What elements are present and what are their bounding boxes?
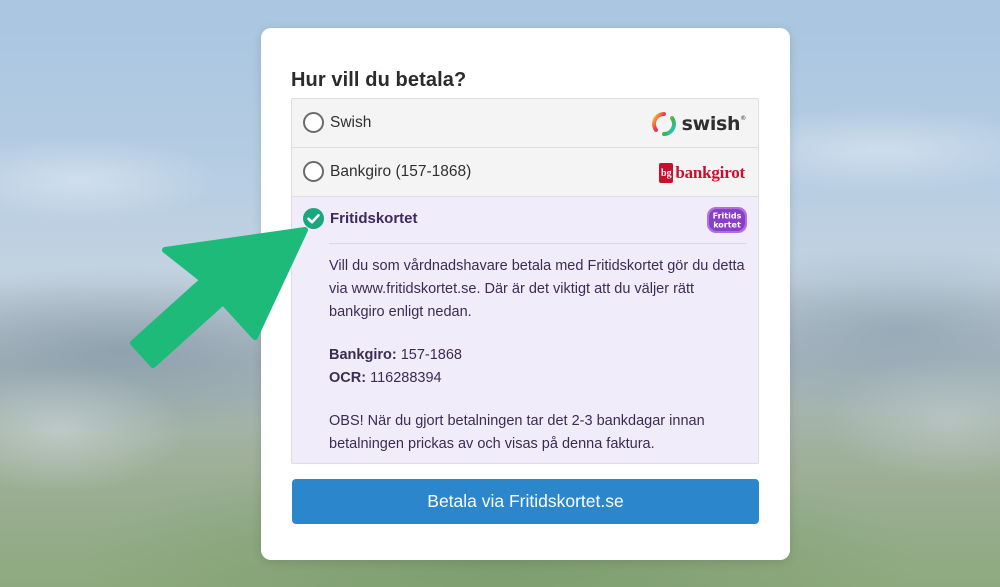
ocr-value: 116288394 [370,370,442,386]
divider [329,243,746,244]
swish-logo: swish® [651,110,746,138]
fritidskortet-details: Vill du som vårdnadshavare betala med Fr… [329,255,749,456]
swish-symbol-icon [651,112,676,136]
details-note: OBS! När du gjort betalningen tar det 2-… [329,413,705,452]
arrow-pointer-icon [130,227,308,368]
option-label-fritidskortet: Fritidskortet [330,210,418,227]
payment-card: Hur vill du betala? Swish swish® Bankgir… [261,28,790,560]
details-ocr: OCR: 116288394 [329,367,749,390]
option-label-swish: Swish [330,114,372,131]
payment-option-fritidskortet[interactable]: Fritidskortet Fritids kortet Vill du som… [292,197,758,463]
pay-fritidskortet-button[interactable]: Betala via Fritidskortet.se [292,479,759,524]
radio-bankgiro[interactable] [303,161,324,182]
details-bankgiro: Bankgiro: 157-1868 [329,344,749,367]
bankgirot-wordmark: bankgirot [675,163,745,182]
details-intro: Vill du som vårdnadshavare betala med Fr… [329,258,745,320]
bankgiro-value: 157-1868 [400,347,462,363]
payment-option-bankgiro[interactable]: Bankgiro (157-1868) bg bankgirot [292,148,758,197]
ocr-label: OCR: [329,370,367,386]
payment-option-swish[interactable]: Swish swish® [292,99,758,148]
svg-text:kortet: kortet [713,221,741,230]
svg-text:Fritids: Fritids [713,212,742,221]
bankgiro-label: Bankgiro: [329,347,397,363]
radio-swish[interactable] [303,112,324,133]
fritidskortet-logo-icon: Fritids kortet [707,207,747,233]
swish-wordmark: swish® [681,113,747,135]
bankgirot-mark-icon: bg [659,163,674,183]
option-label-bankgiro: Bankgiro (157-1868) [330,163,472,180]
fritidskortet-logo: Fritids kortet [706,206,748,239]
payment-options: Swish swish® Bankgiro (157-1868) bg bank… [291,98,759,464]
page-title: Hur vill du betala? [291,69,467,91]
bankgirot-logo: bg bankgirot [659,161,745,185]
